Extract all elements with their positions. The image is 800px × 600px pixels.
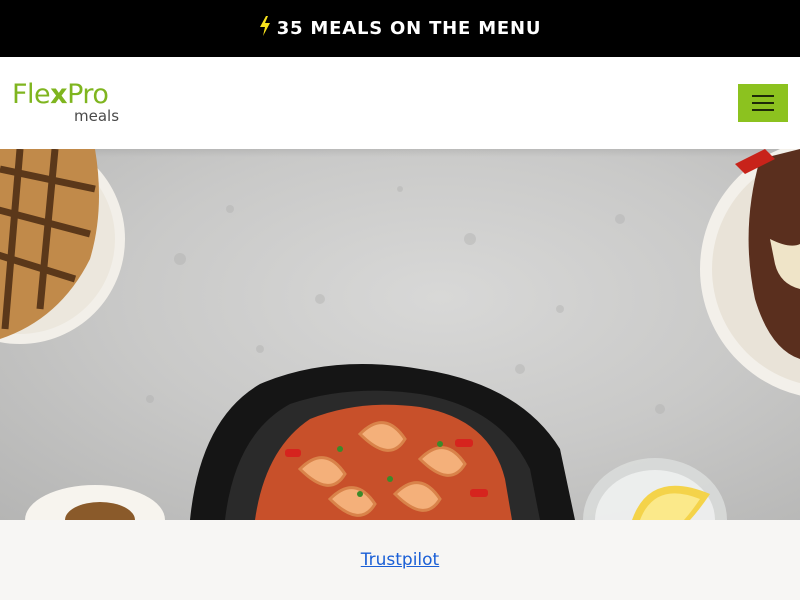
logo-subtext-meals: meals xyxy=(74,107,120,125)
hamburger-line-bottom xyxy=(752,109,774,111)
trustpilot-link[interactable]: Trustpilot xyxy=(0,550,800,570)
hamburger-line-middle xyxy=(752,102,774,104)
hamburger-menu-button[interactable] xyxy=(738,84,788,122)
water-glass-with-lemon xyxy=(583,458,727,520)
announcement-bar: 35 MEALS ON THE MENU xyxy=(0,0,800,57)
site-header: FlexPro meals xyxy=(0,57,800,149)
muffin-cup xyxy=(25,485,165,520)
shrimp-meal-container xyxy=(190,364,575,520)
trustpilot-section: Trustpilot xyxy=(0,520,800,600)
logo-text-pro: Pro xyxy=(67,79,109,110)
logo-text-fle: Fle xyxy=(12,79,51,110)
announcement-text: 35 MEALS ON THE MENU xyxy=(276,18,542,39)
lightning-bolt-icon xyxy=(259,15,270,36)
grilled-chicken-plate xyxy=(0,149,125,344)
logo-text-x: x xyxy=(50,79,68,110)
hamburger-line-top xyxy=(752,95,774,97)
steak-plate xyxy=(700,149,800,396)
flexpro-meals-logo[interactable]: FlexPro meals xyxy=(12,79,132,129)
food-spread-photo xyxy=(0,149,800,520)
hero-image xyxy=(0,149,800,520)
